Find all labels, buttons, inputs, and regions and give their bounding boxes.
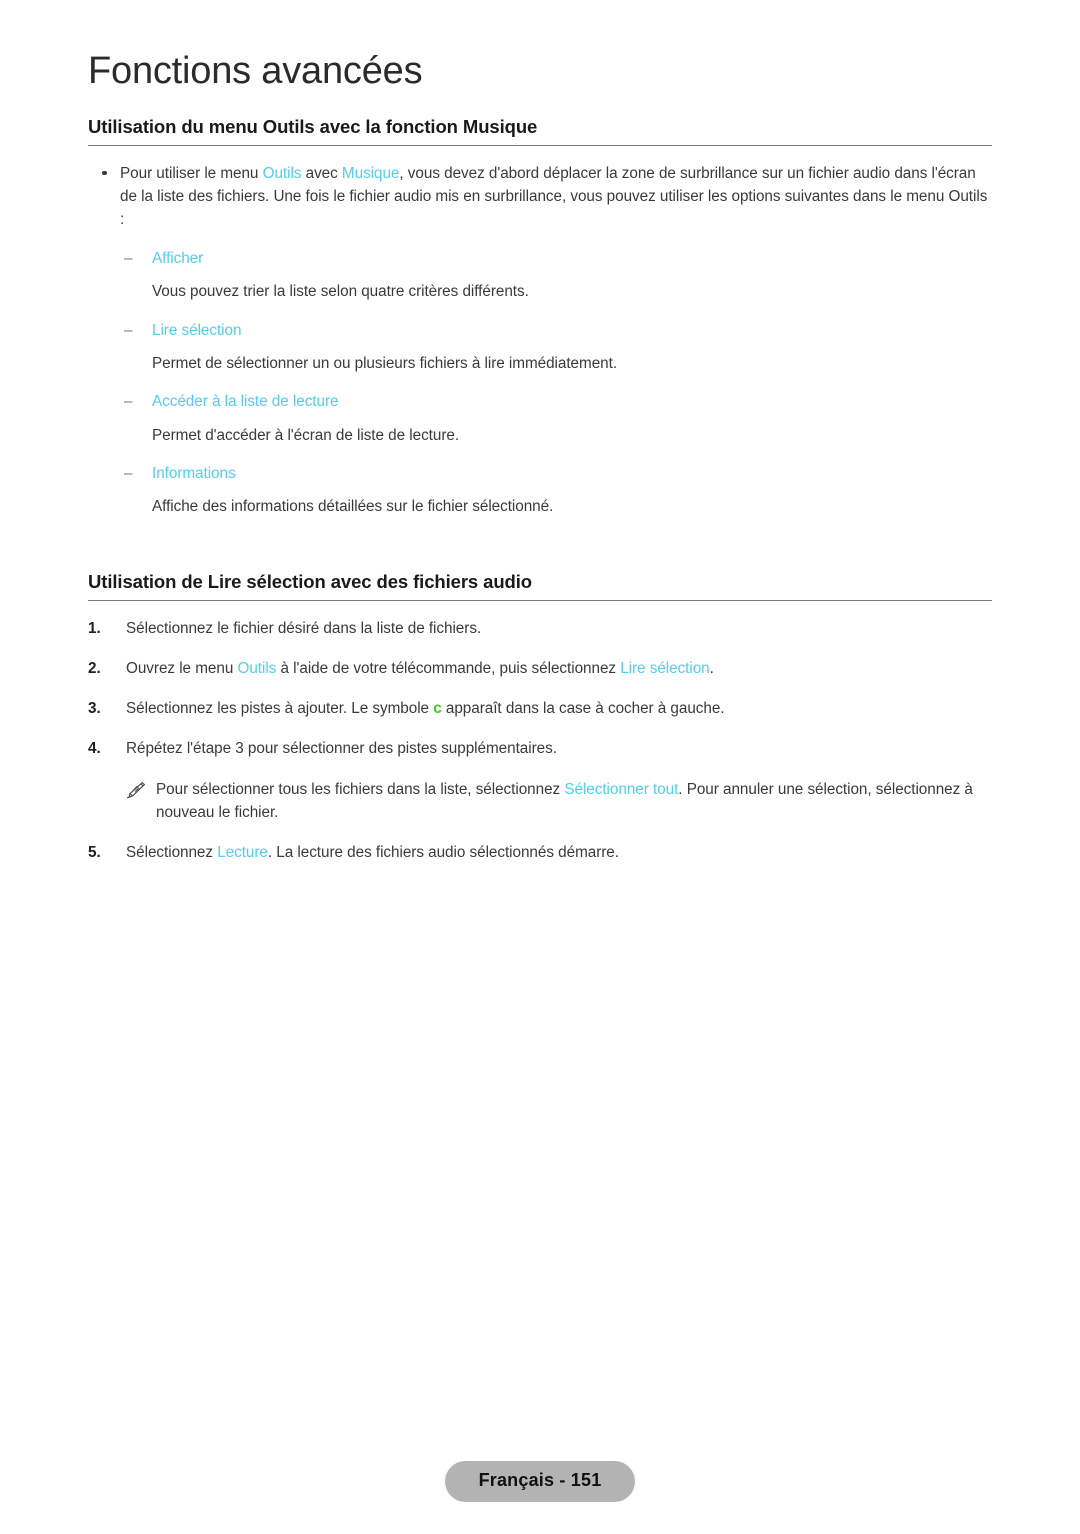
intro-bullet-item: Pour utiliser le menu Outils avec Musiqu… (88, 162, 992, 232)
page-content: Fonctions avancées Utilisation du menu O… (88, 0, 992, 880)
dash-marker-icon: – (124, 393, 133, 411)
intro-text-part-1: Pour utiliser le menu (120, 164, 263, 182)
option-description-acceder-liste-lecture: Permet d'accéder à l'écran de liste de l… (152, 426, 460, 444)
step-item-1: 1. Sélectionnez le fichier désiré dans l… (88, 617, 992, 640)
step-number-1: 1. (88, 619, 101, 637)
step-number-5: 5. (88, 844, 101, 862)
link-musique[interactable]: Musique (342, 165, 400, 182)
page-footer: Français - 151 (0, 1461, 1080, 1502)
dash-marker-icon: – (124, 321, 133, 339)
link-outils[interactable]: Outils (237, 660, 276, 677)
option-description-informations: Affiche des informations détaillées sur … (152, 498, 554, 516)
step-text-1: Sélectionnez le fichier désiré dans la l… (126, 619, 482, 637)
chapter-title: Fonctions avancées (88, 50, 423, 92)
note-part-1: Pour sélectionner tous les fichiers dans… (156, 780, 565, 798)
intro-text-part-2: avec (301, 164, 342, 182)
checkmark-symbol-icon: c (433, 700, 442, 718)
step-text-5: Sélectionnez Lecture. La lecture des fic… (126, 841, 992, 864)
page-number-badge: Français - 151 (444, 1461, 636, 1502)
step-text-2: Ouvrez le menu Outils à l'aide de votre … (126, 657, 992, 680)
step-text-3: Sélectionnez les pistes à ajouter. Le sy… (126, 697, 992, 720)
dash-marker-icon: – (124, 465, 133, 483)
link-outils[interactable]: Outils (263, 165, 302, 182)
link-lecture[interactable]: Lecture (217, 844, 268, 861)
note-item: Pour sélectionner tous les fichiers dans… (88, 778, 992, 825)
link-selectionner-tout[interactable]: Sélectionner tout (564, 781, 678, 798)
option-item-informations: – Informations (88, 462, 992, 485)
option-item-afficher: – Afficher (88, 247, 992, 270)
option-label-acceder-liste-lecture[interactable]: Accéder à la liste de lecture (152, 393, 339, 410)
pencil-note-icon (124, 781, 146, 799)
option-item-lire-selection: – Lire sélection (88, 319, 992, 342)
section-heading-outils-musique: Utilisation du menu Outils avec la fonct… (88, 116, 992, 146)
step-number-2: 2. (88, 659, 101, 677)
step-5-part-1: Sélectionnez (126, 844, 218, 862)
step-3-part-2: apparaît dans la case à cocher à gauche. (441, 700, 725, 718)
link-lire-selection[interactable]: Lire sélection (620, 660, 709, 677)
option-label-lire-selection[interactable]: Lire sélection (152, 322, 241, 339)
step-item-5: 5. Sélectionnez Lecture. La lecture des … (88, 841, 992, 864)
step-item-3: 3. Sélectionnez les pistes à ajouter. Le… (88, 697, 992, 720)
option-label-afficher[interactable]: Afficher (152, 250, 203, 267)
step-2-part-1: Ouvrez le menu (126, 659, 238, 677)
option-item-acceder-liste-lecture: – Accéder à la liste de lecture (88, 390, 992, 413)
intro-paragraph: Pour utiliser le menu Outils avec Musiqu… (120, 162, 992, 232)
option-label-informations[interactable]: Informations (152, 465, 236, 482)
manual-page: Fonctions avancées Utilisation du menu O… (0, 0, 1080, 1534)
option-description-lire-selection: Permet de sélectionner un ou plusieurs f… (152, 354, 618, 372)
step-2-part-3: . (709, 659, 714, 677)
step-number-3: 3. (88, 700, 101, 718)
step-item-2: 2. Ouvrez le menu Outils à l'aide de vot… (88, 657, 992, 680)
note-text: Pour sélectionner tous les fichiers dans… (156, 778, 992, 825)
step-text-4: Répétez l'étape 3 pour sélectionner des … (126, 740, 557, 758)
section-heading-lire-selection-audio: Utilisation de Lire sélection avec des f… (88, 571, 992, 601)
bullet-dot-icon (102, 170, 107, 176)
step-5-part-2: . La lecture des fichiers audio sélectio… (267, 844, 619, 862)
step-number-4: 4. (88, 740, 101, 758)
step-2-part-2: à l'aide de votre télécommande, puis sél… (276, 659, 621, 677)
step-3-part-1: Sélectionnez les pistes à ajouter. Le sy… (126, 700, 434, 718)
dash-marker-icon: – (124, 249, 133, 267)
step-item-4: 4. Répétez l'étape 3 pour sélectionner d… (88, 737, 992, 760)
option-description-afficher: Vous pouvez trier la liste selon quatre … (152, 282, 529, 300)
